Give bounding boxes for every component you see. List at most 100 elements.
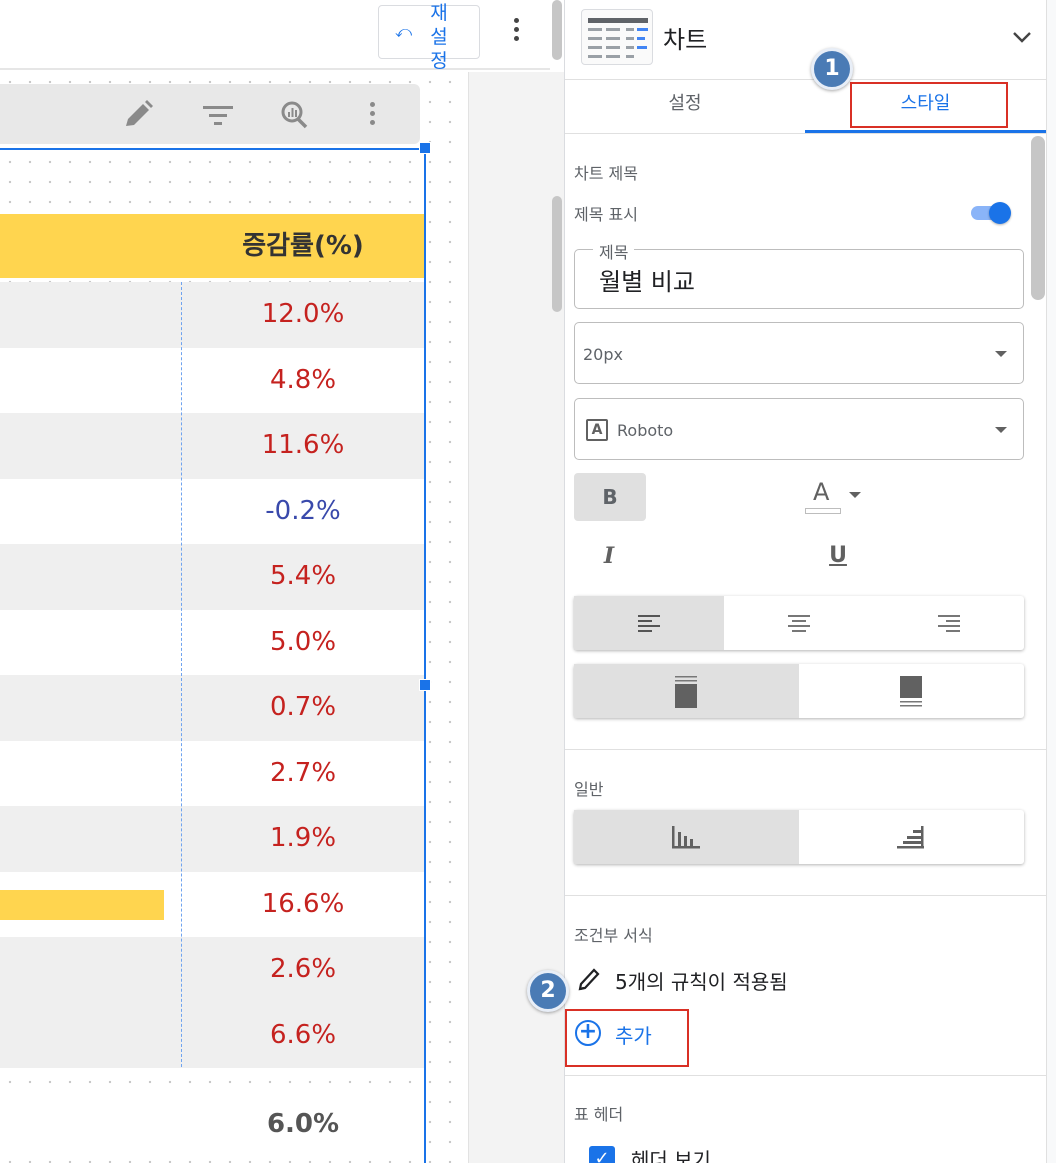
change-rate-cell: 11.6% (261, 430, 345, 460)
font-size-select[interactable]: 20px (574, 322, 1024, 384)
valign-bottom-button[interactable] (574, 664, 799, 718)
change-rate-cell: 2.6% (269, 954, 337, 984)
chevron-down-icon[interactable] (1011, 26, 1033, 48)
vertical-align-group (574, 664, 1024, 718)
chart-toolbar (0, 84, 420, 144)
rules-applied-text: 5개의 규칙이 적용됨 (615, 970, 788, 994)
color-swatch (805, 508, 841, 514)
pencil-icon (578, 968, 600, 991)
table-header-row: 증감률(%) (0, 214, 424, 278)
align-right-icon (938, 615, 960, 632)
app-root: ⤺ 재설정 증감률(%) 12.0% 4.8% 11.6% -0.2% 5.4% 5 (0, 0, 1056, 1163)
valign-top-button[interactable] (799, 664, 1024, 718)
table-row: 2.7% (0, 740, 424, 806)
selection-border-right (424, 148, 426, 1163)
pencil-icon[interactable] (120, 98, 156, 132)
title-field-label: 제목 (593, 239, 635, 263)
properties-panel: 차트 설정 스타일 1 차트 제목 제목 표시 제목 월별 비교 20px A … (527, 0, 1047, 1163)
font-size-value: 20px (583, 345, 623, 364)
font-family-value: Roboto (617, 421, 674, 440)
selection-border-top (0, 148, 425, 150)
change-rate-cell: 5.0% (269, 626, 337, 657)
section-divider (565, 895, 1047, 896)
reset-button-label: 재설정 (430, 3, 448, 72)
show-header-checkbox[interactable]: ✓ (589, 1146, 615, 1163)
panel-scrollbar[interactable] (1031, 136, 1045, 300)
table-row: -0.2% (0, 478, 424, 544)
color-dropdown-icon (849, 492, 861, 498)
bold-button[interactable]: B (574, 473, 646, 521)
table-row: 5.0% (0, 609, 424, 675)
align-center-icon (788, 615, 810, 632)
underline-button[interactable]: U (802, 532, 874, 580)
change-rate-cell: 2.7% (269, 757, 337, 788)
resize-handle-right[interactable] (419, 679, 431, 691)
chart-type-thumbnail[interactable] (581, 9, 653, 65)
table-row: 0.7% (0, 675, 424, 741)
table-row: 1.9% (0, 806, 424, 872)
italic-button[interactable]: I (573, 532, 645, 580)
explore-icon[interactable] (276, 98, 312, 132)
horizontal-bar-icon (897, 826, 924, 849)
canvas-scrollbar-top[interactable] (552, 0, 562, 60)
change-rate-cell: 1.9% (269, 823, 337, 853)
change-rate-cell: 5.4% (269, 561, 337, 591)
filter-icon[interactable] (200, 98, 236, 132)
table-row: 2.6% (0, 937, 424, 1003)
dropdown-arrow-icon (995, 351, 1007, 357)
table-total-row: 6.0% (0, 1092, 424, 1158)
step-badge-1: 1 (811, 48, 853, 90)
text-color-button[interactable]: A (801, 470, 873, 518)
table-row: 5.4% (0, 544, 424, 610)
valign-bottom-icon (675, 676, 697, 708)
total-value: 6.0% (266, 1109, 340, 1139)
panel-title: 차트 (663, 26, 708, 54)
section-general: 일반 (574, 780, 604, 799)
bar-chart-button[interactable] (574, 810, 799, 864)
section-chart-title: 차트 제목 (574, 164, 638, 183)
step-badge-2: 2 (527, 970, 569, 1012)
table-bar (0, 889, 164, 920)
show-header-label: 헤더 보기 (631, 1148, 711, 1163)
report-topbar: ⤺ 재설정 (0, 0, 550, 72)
change-rate-cell: -0.2% (265, 495, 341, 526)
resize-handle-top-right[interactable] (419, 142, 431, 154)
show-title-label: 제목 표시 (574, 205, 638, 224)
table-row: 6.6% (0, 1002, 424, 1068)
panel-tabs: 설정 스타일 (565, 80, 1047, 134)
table-row: 4.8% (0, 347, 424, 413)
general-layout-group (574, 810, 1024, 864)
change-rate-cell: 4.8% (269, 364, 337, 395)
undo-icon: ⤺ (395, 24, 413, 41)
canvas-scrollbar[interactable] (552, 196, 562, 312)
align-center-button[interactable] (724, 596, 874, 650)
change-rate-cell: 12.0% (261, 299, 345, 329)
add-circle-icon: + (575, 1020, 601, 1046)
toggle-knob (989, 202, 1011, 224)
reset-button[interactable]: ⤺ 재설정 (378, 3, 480, 72)
bar-chart-icon (672, 826, 700, 849)
table-row: 12.0% (0, 282, 424, 348)
tab-setup[interactable]: 설정 (565, 80, 805, 132)
title-field-value: 월별 비교 (599, 268, 695, 296)
change-rate-cell: 0.7% (269, 692, 337, 722)
horizontal-bar-button[interactable] (799, 810, 1024, 864)
window-edge (1046, 0, 1056, 1163)
table-row: 16.6% (0, 871, 424, 937)
font-family-select[interactable]: A Roboto (574, 398, 1024, 460)
change-rate-cell: 6.6% (269, 1019, 337, 1050)
title-field[interactable]: 제목 월별 비교 (574, 239, 1024, 309)
section-divider (565, 1075, 1047, 1076)
chart-more-icon[interactable] (366, 102, 378, 129)
dropdown-arrow-icon (995, 427, 1007, 433)
panel-header: 차트 (565, 0, 1047, 80)
section-divider (565, 749, 1047, 750)
show-title-toggle[interactable] (971, 202, 1011, 224)
column-header-change-rate[interactable]: 증감률(%) (182, 214, 424, 278)
valign-top-icon (900, 676, 922, 707)
section-conditional-formatting: 조건부 서식 (574, 926, 653, 945)
align-right-button[interactable] (874, 596, 1024, 650)
align-left-button[interactable] (574, 596, 724, 650)
text-align-group (574, 596, 1024, 650)
more-options-icon[interactable] (506, 18, 526, 48)
